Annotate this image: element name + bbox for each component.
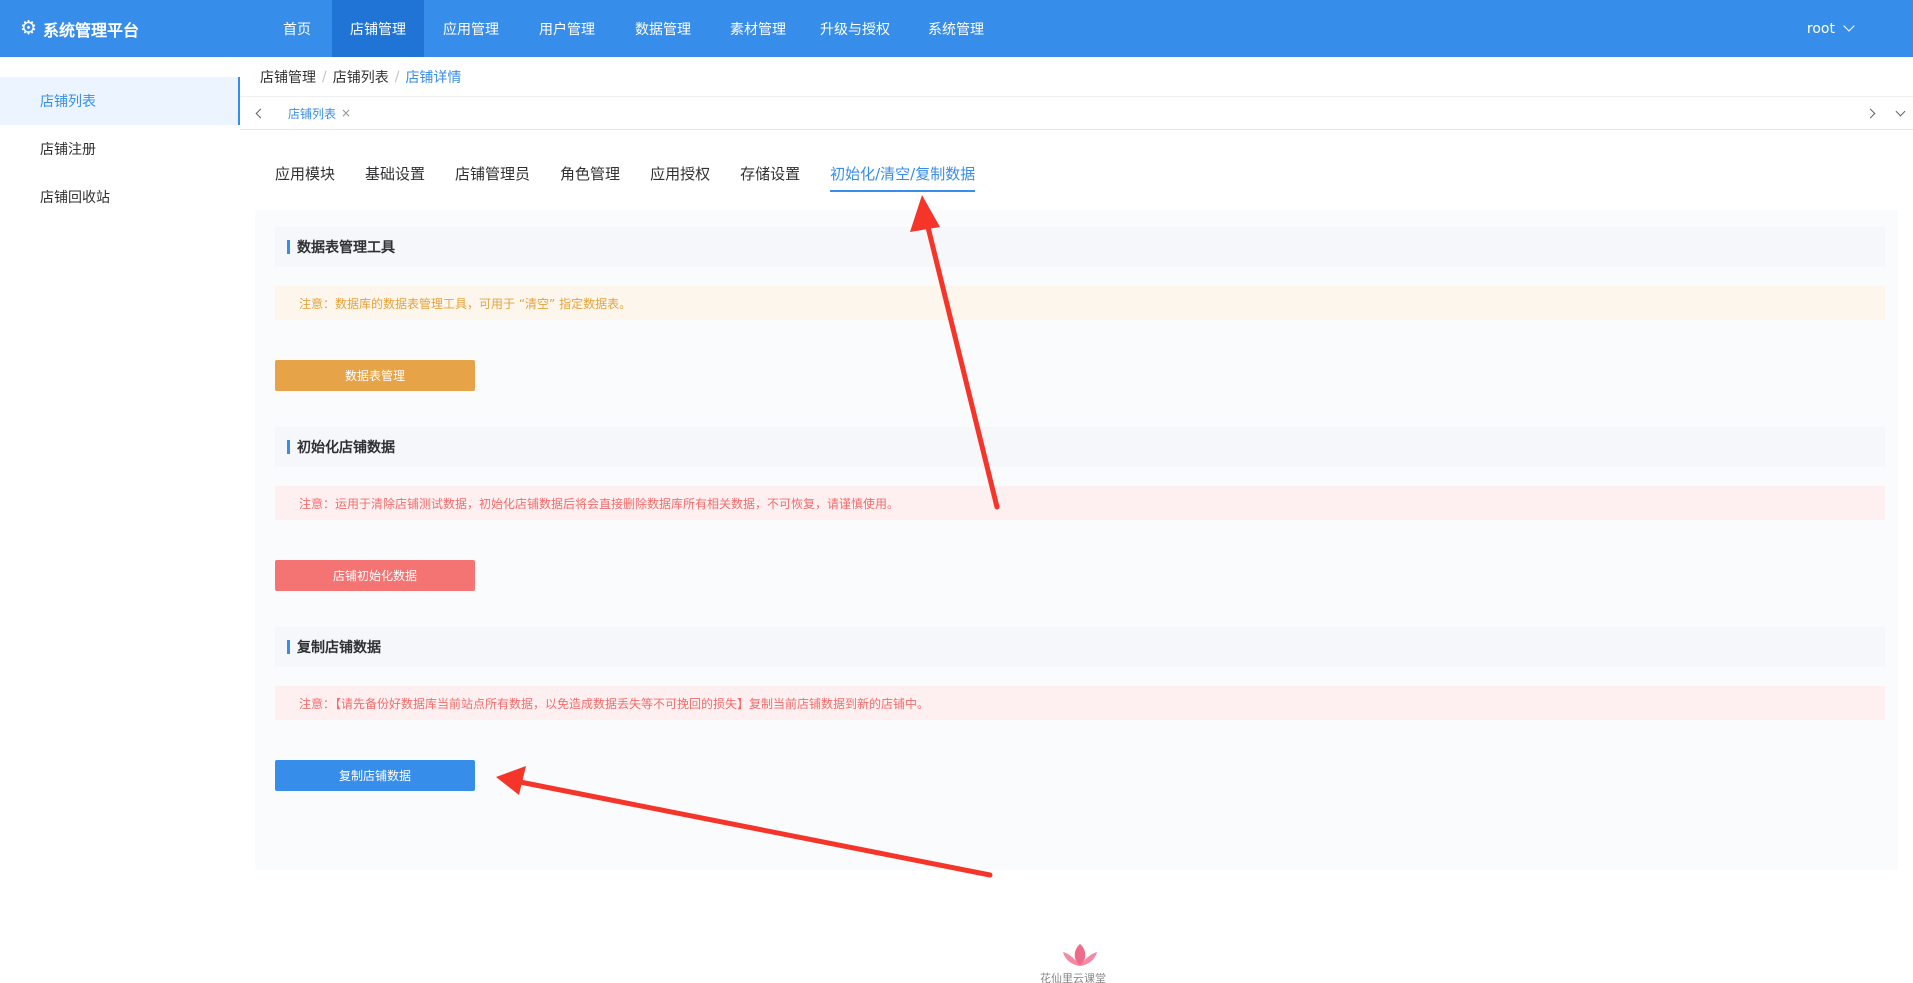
breadcrumb-current: 店铺详情 (405, 69, 462, 86)
nav-data-management[interactable]: 数据管理 (616, 0, 710, 57)
chevron-left-icon[interactable] (248, 97, 272, 130)
section-title-table-tool: 数据表管理工具 (275, 227, 1885, 267)
top-header: ⚙ 系统管理平台 首页 店铺管理 应用管理 用户管理 数据管理 素材管理 升级与… (0, 0, 1913, 57)
tab-storage-settings[interactable]: 存储设置 (740, 160, 800, 192)
detail-tabs: 应用模块 基础设置 店铺管理员 角色管理 应用授权 存储设置 初始化/清空/复制… (275, 160, 976, 192)
data-tools-panel: 数据表管理工具 注意：数据库的数据表管理工具，可用于 “清空” 指定数据表。 数… (255, 210, 1898, 870)
brand[interactable]: ⚙ 系统管理平台 (20, 0, 139, 57)
watermark-text: 花仙里云课堂 (1040, 972, 1106, 983)
brand-title: 系统管理平台 (43, 20, 140, 40)
notice-init: 注意：运用于清除店铺测试数据，初始化店铺数据后将会直接删除数据库所有相关数据，不… (275, 486, 1885, 520)
notice-copy: 注意：【请先备份好数据库当前站点所有数据，以免造成数据丢失等不可挽回的损失】复制… (275, 686, 1885, 720)
chevron-down-icon[interactable] (1888, 97, 1912, 130)
close-icon[interactable]: × (341, 106, 351, 120)
lotus-logo-icon (1063, 944, 1097, 966)
tags-bar: 店铺列表 × (240, 97, 1913, 130)
tab-app-modules[interactable]: 应用模块 (275, 160, 335, 192)
nav-shop-management[interactable]: 店铺管理 (332, 0, 424, 57)
breadcrumb-separator: / (394, 68, 400, 85)
section-title-copy: 复制店铺数据 (275, 627, 1885, 667)
user-name: root (1806, 20, 1835, 37)
tab-shop-admins[interactable]: 店铺管理员 (455, 160, 530, 192)
sidebar-item-shop-list[interactable]: 店铺列表 (0, 77, 240, 125)
user-menu[interactable]: root (1806, 0, 1855, 57)
nav-home[interactable]: 首页 (262, 0, 332, 57)
nav-material-management[interactable]: 素材管理 (710, 0, 806, 57)
top-nav: 首页 店铺管理 应用管理 用户管理 数据管理 素材管理 升级与授权 系统管理 (262, 0, 1008, 57)
nav-user-management[interactable]: 用户管理 (518, 0, 616, 57)
tag-shop-list[interactable]: 店铺列表 × (282, 102, 357, 124)
init-shop-data-button[interactable]: 店铺初始化数据 (275, 560, 475, 591)
chevron-right-icon[interactable] (1858, 97, 1882, 130)
tab-app-authorization[interactable]: 应用授权 (650, 160, 710, 192)
breadcrumb: 店铺管理 / 店铺列表 / 店铺详情 (240, 57, 1913, 97)
copy-shop-data-button[interactable]: 复制店铺数据 (275, 760, 475, 791)
sidebar: 店铺列表 店铺注册 店铺回收站 (0, 57, 240, 983)
breadcrumb-separator: / (322, 68, 327, 85)
nav-system-management[interactable]: 系统管理 (904, 0, 1008, 57)
sidebar-item-shop-register[interactable]: 店铺注册 (0, 125, 240, 173)
breadcrumb-item[interactable]: 店铺管理 (260, 67, 316, 87)
tab-basic-settings[interactable]: 基础设置 (365, 160, 425, 192)
sidebar-item-shop-recycle[interactable]: 店铺回收站 (0, 173, 240, 221)
table-management-button[interactable]: 数据表管理 (275, 360, 475, 391)
tab-init-clear-copy[interactable]: 初始化/清空/复制数据 (830, 160, 976, 192)
notice-table-tool: 注意：数据库的数据表管理工具，可用于 “清空” 指定数据表。 (275, 286, 1885, 320)
tag-label: 店铺列表 (288, 106, 337, 121)
tab-role-management[interactable]: 角色管理 (560, 160, 620, 192)
nav-app-management[interactable]: 应用管理 (424, 0, 518, 57)
section-title-init: 初始化店铺数据 (275, 427, 1885, 467)
chevron-down-icon (1843, 20, 1855, 32)
nav-upgrade-license[interactable]: 升级与授权 (806, 0, 904, 57)
breadcrumb-item[interactable]: 店铺列表 (333, 67, 389, 87)
gear-icon: ⚙ (20, 17, 38, 39)
main-content: 应用模块 基础设置 店铺管理员 角色管理 应用授权 存储设置 初始化/清空/复制… (240, 130, 1913, 983)
